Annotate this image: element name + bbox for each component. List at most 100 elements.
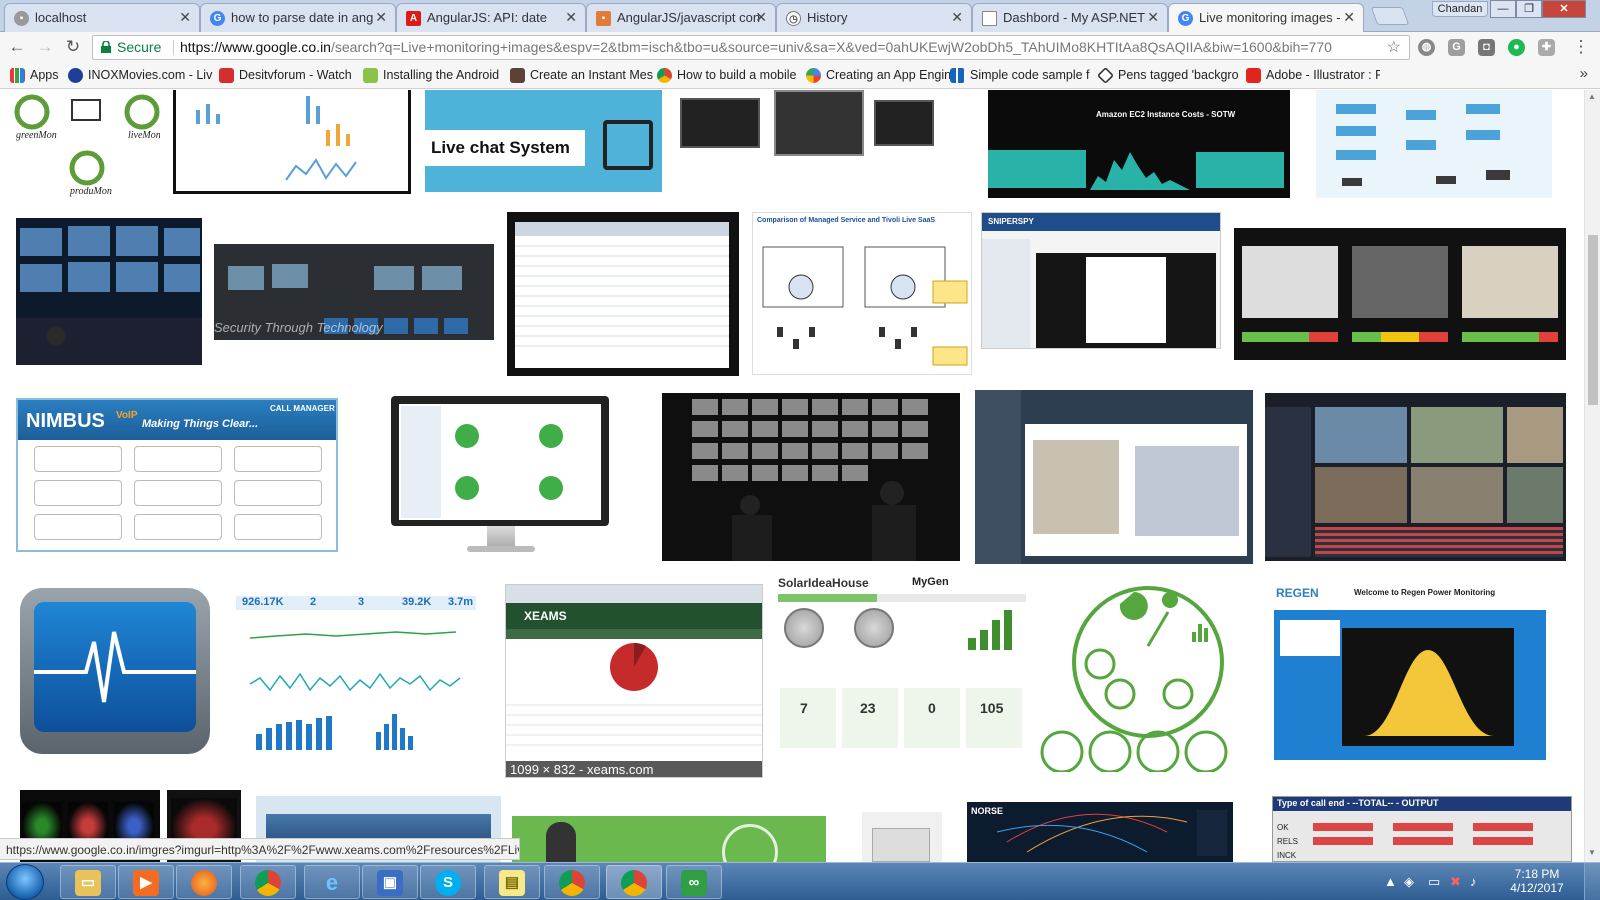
- image-result[interactable]: [507, 212, 739, 376]
- image-result[interactable]: Type of call end - --TOTAL-- - OUTPUT OK…: [1272, 796, 1572, 862]
- g-extension-icon[interactable]: G: [1448, 39, 1465, 56]
- regen-brand: REGEN: [1276, 586, 1319, 600]
- image-result[interactable]: [862, 812, 942, 862]
- image-result[interactable]: [173, 90, 411, 194]
- tab-dashboard[interactable]: Dashbord - My ASP.NET ✕: [972, 3, 1168, 32]
- tray-network-icon[interactable]: ✖: [1450, 874, 1461, 890]
- close-tab-icon[interactable]: ✕: [951, 9, 963, 26]
- bookmark-code-sample[interactable]: Simple code sample f: [950, 67, 1090, 84]
- tray-monitor-icon[interactable]: ▭: [1428, 874, 1440, 890]
- image-result[interactable]: [975, 390, 1253, 564]
- tray-device-icon[interactable]: ◈: [1404, 874, 1414, 890]
- close-window-button[interactable]: ✕: [1542, 0, 1586, 18]
- bookmark-apps[interactable]: Apps: [10, 67, 70, 84]
- image-result[interactable]: Security Through Technology: [214, 244, 494, 340]
- image-result[interactable]: [20, 588, 210, 754]
- taskbar-sticky-notes[interactable]: ▤: [484, 865, 540, 899]
- image-result[interactable]: Comparison of Managed Service and Tivoli…: [752, 212, 972, 375]
- teal-panel-1: [988, 150, 1086, 188]
- image-result[interactable]: [512, 816, 826, 862]
- image-result[interactable]: [1234, 228, 1566, 360]
- image-result[interactable]: [16, 218, 202, 365]
- image-result[interactable]: REGEN Welcome to Regen Power Monitoring: [1272, 584, 1548, 764]
- tab-localhost[interactable]: ▪ localhost ✕: [4, 3, 200, 32]
- image-result[interactable]: [1316, 90, 1552, 198]
- image-result[interactable]: Live chat System: [425, 90, 662, 192]
- scroll-down-icon[interactable]: ▼: [1588, 848, 1596, 857]
- page-scrollbar[interactable]: ▲ ▼: [1584, 90, 1600, 862]
- camera-extension-icon[interactable]: ◘: [1478, 39, 1495, 56]
- puzzle-extension-icon[interactable]: ✚: [1538, 39, 1555, 56]
- taskbar-media-player[interactable]: ▶: [118, 865, 174, 899]
- maximize-button[interactable]: ❐: [1516, 0, 1542, 18]
- bookmark-mobile-app[interactable]: How to build a mobile: [657, 67, 805, 84]
- close-tab-icon[interactable]: ✕: [1147, 9, 1159, 26]
- taskbar-firefox[interactable]: [176, 865, 232, 899]
- image-result[interactable]: NORSE: [967, 802, 1233, 862]
- orbit-sidebar: [975, 390, 1021, 564]
- image-result[interactable]: SolarIdeaHouse MyGen 7 23 0 105: [778, 576, 1026, 760]
- back-icon[interactable]: ←: [6, 36, 28, 58]
- taskbar-chrome-2[interactable]: [544, 865, 600, 899]
- image-result[interactable]: NIMBUS VoIP Making Things Clear... CALL …: [16, 398, 338, 552]
- tab-parse-date[interactable]: G how to parse date in ang ✕: [200, 3, 396, 32]
- bookmarks-overflow-icon[interactable]: »: [1580, 65, 1588, 82]
- show-desktop-button[interactable]: [1584, 863, 1600, 900]
- taskbar-internet-explorer[interactable]: e: [304, 865, 360, 899]
- table-screen: [515, 222, 729, 368]
- close-tab-icon[interactable]: ✕: [179, 9, 191, 26]
- taskbar-remote-desktop[interactable]: ▣: [362, 865, 418, 899]
- image-result[interactable]: [1036, 576, 1252, 772]
- image-result[interactable]: greenMon liveMon produMon: [0, 90, 160, 198]
- minimize-button[interactable]: —: [1490, 0, 1516, 18]
- tab-live-monitoring[interactable]: G Live monitoring images - ✕: [1168, 3, 1364, 33]
- tray-volume-icon[interactable]: ♪: [1470, 874, 1477, 889]
- bookmark-inox[interactable]: INOXMovies.com - Liv: [68, 67, 216, 84]
- start-button[interactable]: [6, 864, 44, 900]
- image-result[interactable]: [391, 396, 611, 556]
- bookmark-android[interactable]: Installing the Android: [363, 67, 509, 84]
- reload-icon[interactable]: ↻: [62, 36, 84, 58]
- device-mockup-3: [874, 100, 934, 146]
- bookmark-adobe[interactable]: Adobe - Illustrator : F: [1246, 67, 1380, 84]
- bookmark-desitv[interactable]: Desitvforum - Watch: [219, 67, 367, 84]
- close-tab-icon[interactable]: ✕: [755, 9, 767, 26]
- taskbar-chrome-3[interactable]: [606, 865, 662, 899]
- taskbar-chrome[interactable]: [240, 865, 296, 899]
- forward-icon[interactable]: →: [34, 36, 56, 58]
- taskbar-visual-studio[interactable]: ∞: [666, 865, 722, 899]
- scroll-up-icon[interactable]: ▲: [1588, 92, 1596, 101]
- image-result[interactable]: XEAMS 1099 × 832 - xeams.com: [505, 584, 763, 778]
- close-tab-icon[interactable]: ✕: [565, 9, 577, 26]
- profile-button[interactable]: Chandan: [1432, 1, 1488, 17]
- chat-extension-icon[interactable]: ●: [1508, 39, 1525, 56]
- image-result[interactable]: [1265, 393, 1566, 561]
- globe-extension-icon[interactable]: ◍: [1418, 39, 1435, 56]
- new-tab-button[interactable]: [1370, 7, 1410, 25]
- image-result[interactable]: Amazon EC2 Instance Costs - SOTW: [988, 90, 1290, 198]
- tab-label: Live monitoring images -: [1199, 10, 1341, 25]
- image-result[interactable]: [662, 393, 960, 561]
- image-result[interactable]: [678, 90, 942, 164]
- bookmark-codepen[interactable]: Pens tagged 'backgro: [1098, 67, 1240, 84]
- taskbar-file-explorer[interactable]: ▭: [60, 865, 116, 899]
- bookmark-instant-messenger[interactable]: Create an Instant Mes: [510, 67, 658, 84]
- url-text[interactable]: https://www.google.co.in/search?q=Live+m…: [180, 36, 1332, 59]
- scrollbar-thumb[interactable]: [1588, 235, 1598, 405]
- tray-expand-icon[interactable]: ▲: [1384, 874, 1397, 889]
- close-tab-icon[interactable]: ✕: [1343, 9, 1355, 26]
- image-result[interactable]: SNIPERSPY: [981, 212, 1221, 349]
- taskbar-skype[interactable]: S: [420, 865, 476, 899]
- address-bar[interactable]: Secure https://www.google.co.in/search?q…: [92, 35, 1410, 60]
- image-result[interactable]: 926.17K 2 3 39.2K 3.7m: [236, 584, 476, 758]
- close-tab-icon[interactable]: ✕: [375, 9, 387, 26]
- tab-angular-js[interactable]: ▪ AngularJS/javascript con ✕: [586, 3, 776, 32]
- taskbar-clock[interactable]: 7:18 PM 4/12/2017: [1498, 867, 1576, 895]
- bookmark-app-engine[interactable]: Creating an App Engin: [806, 67, 954, 84]
- tab-angular-date[interactable]: A AngularJS: API: date ✕: [396, 3, 586, 32]
- area-chart-graphic: [1090, 152, 1190, 190]
- menu-icon[interactable]: ⋮: [1570, 36, 1592, 58]
- bookmark-star-icon[interactable]: ☆: [1387, 36, 1401, 59]
- desk-shape: [603, 120, 653, 170]
- tab-history[interactable]: ◷ History ✕: [776, 3, 972, 32]
